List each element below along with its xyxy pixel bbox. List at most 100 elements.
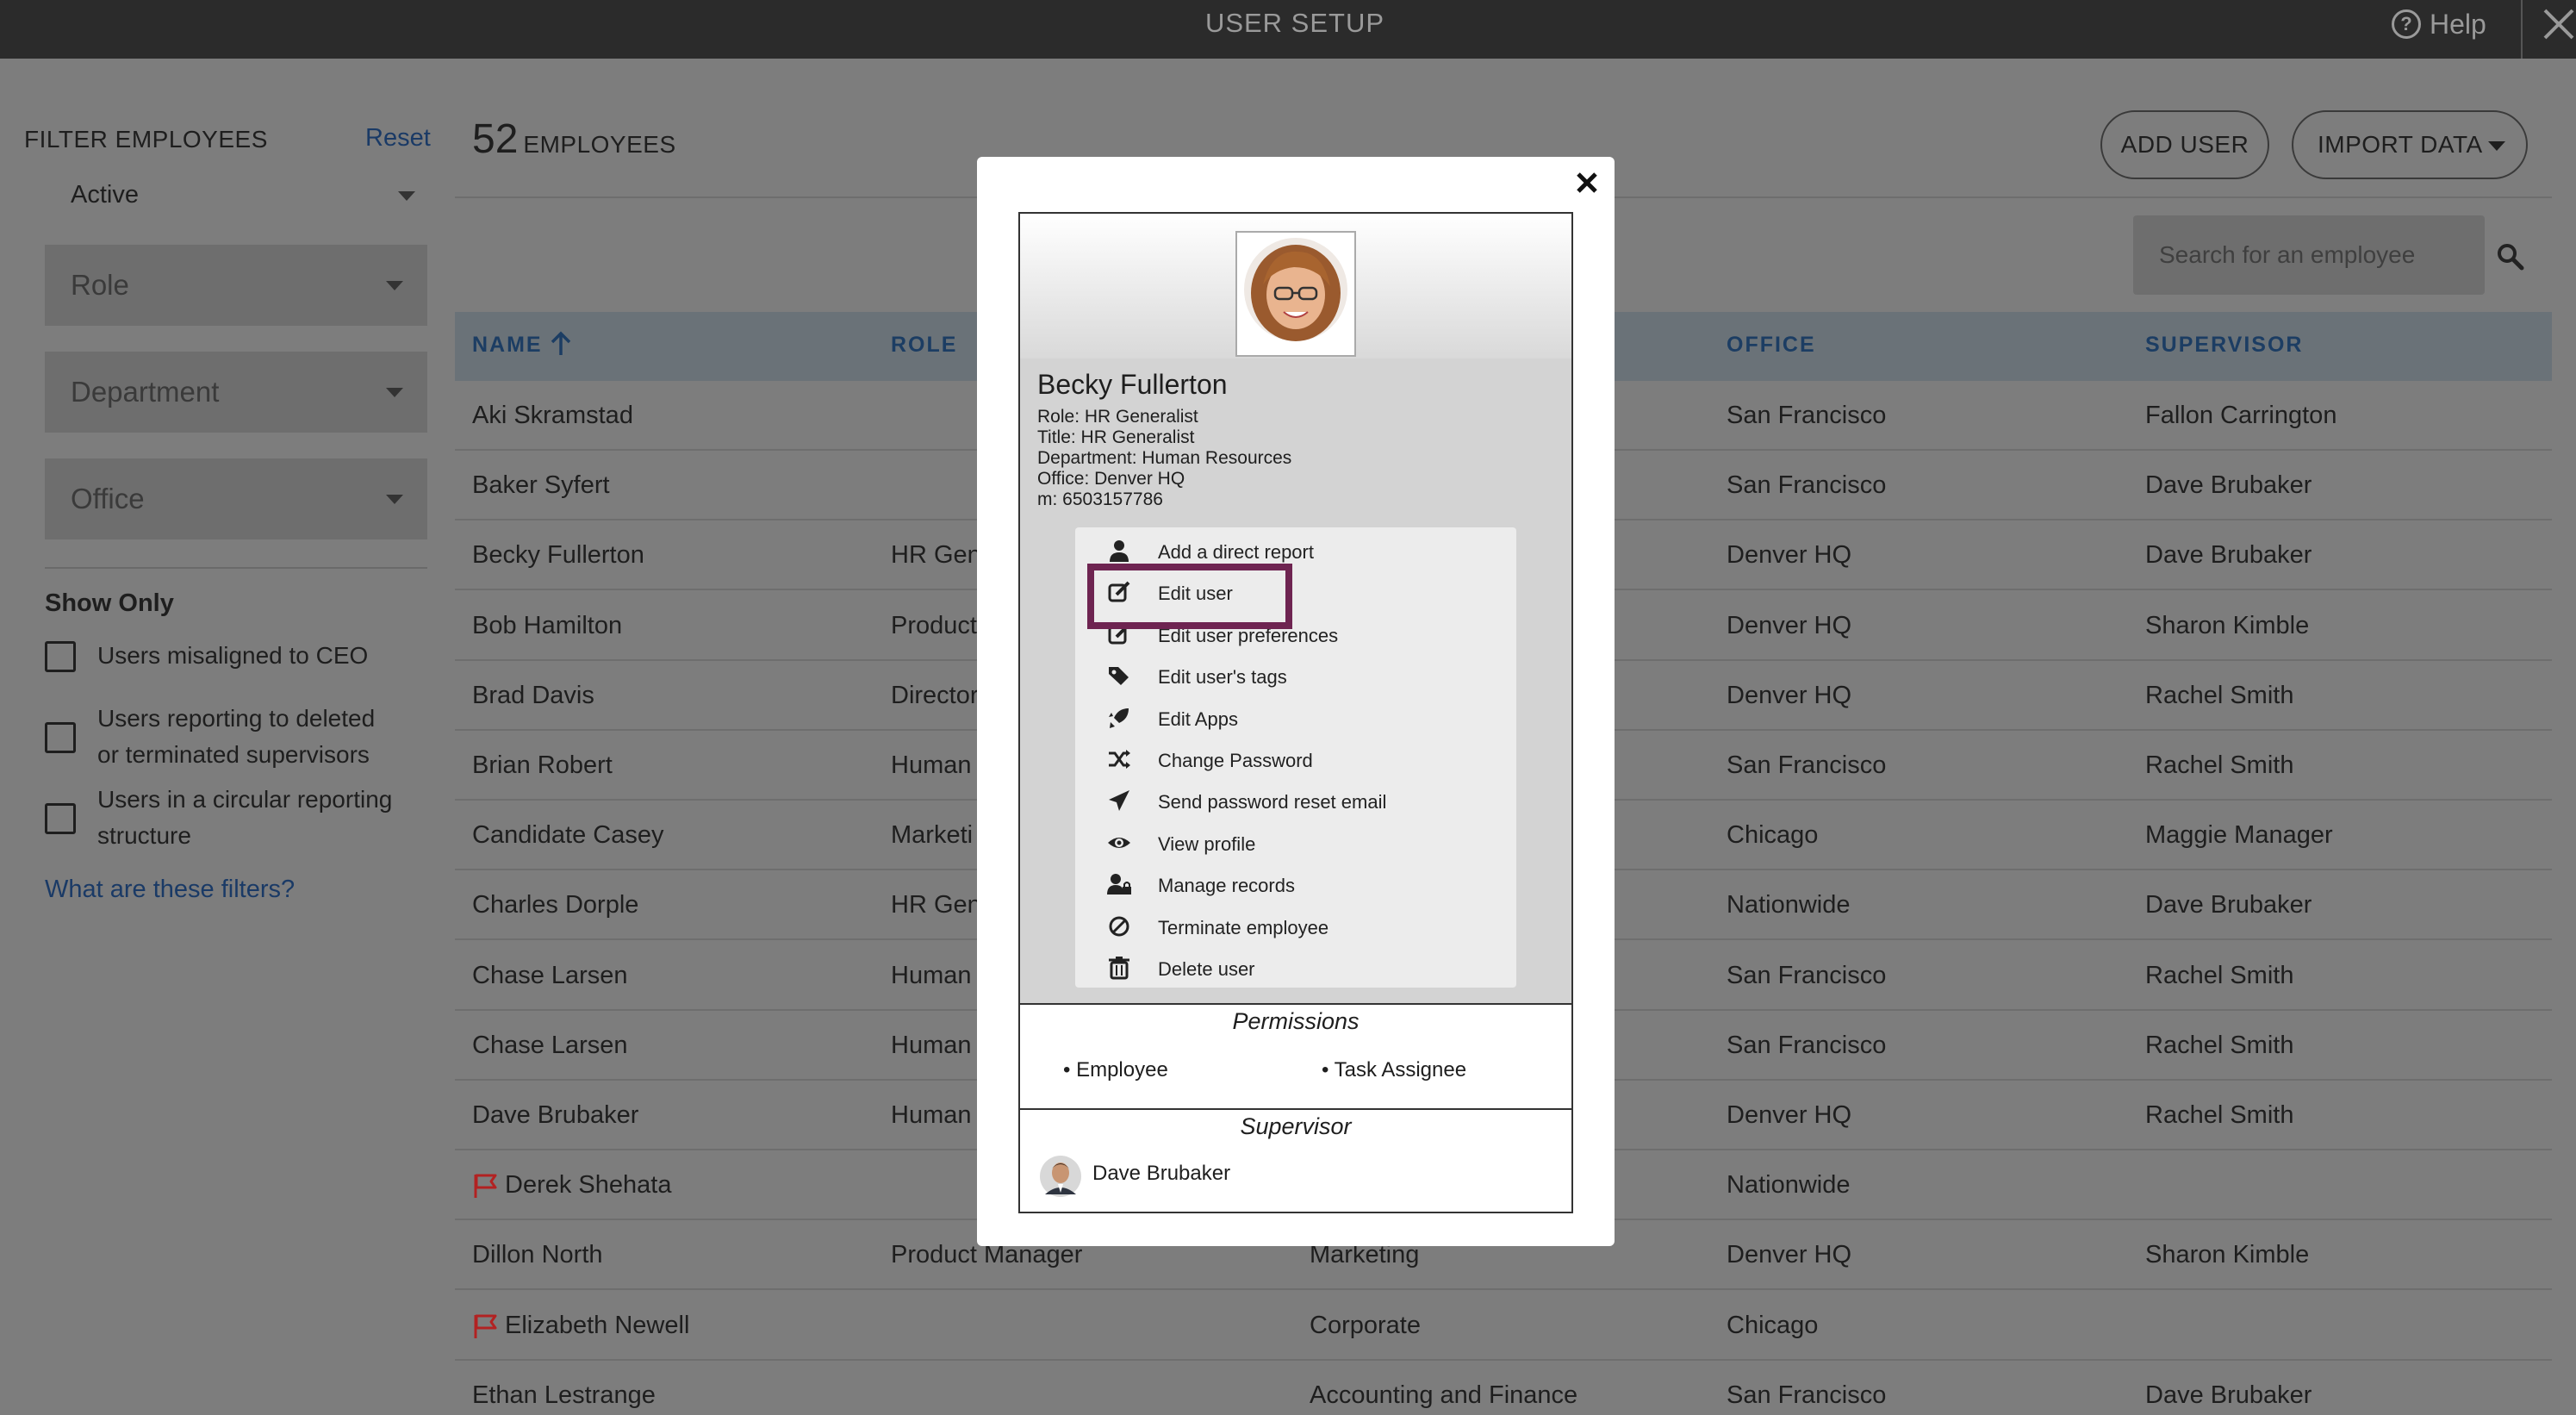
chevron-down-icon <box>2488 141 2505 151</box>
user-mobile: m: 6503157786 <box>1037 489 1163 509</box>
circular-reporting-checkbox[interactable] <box>45 803 76 834</box>
divider <box>1020 1108 1571 1110</box>
permission-item: • Task Assignee <box>1322 1058 1467 1082</box>
flag-icon <box>474 1314 497 1338</box>
close-icon[interactable] <box>1573 169 1601 196</box>
help-icon: ? <box>2392 9 2421 39</box>
search-input[interactable]: Search for an employee <box>2133 215 2485 295</box>
misaligned-checkbox[interactable] <box>45 641 76 672</box>
cell-name: Becky Fullerton <box>472 541 644 569</box>
cell-office: San Francisco <box>1727 471 1887 499</box>
table-row[interactable]: Elizabeth Newell Corporate Chicago <box>455 1291 2552 1361</box>
cell-department: Accounting and Finance <box>1310 1381 1578 1409</box>
menu-item-manage-records[interactable]: Manage records <box>1158 875 1295 897</box>
cell-name: Elizabeth Newell <box>505 1312 690 1339</box>
supervisor-name[interactable]: Dave Brubaker <box>1092 1162 1230 1186</box>
cell-name: Derek Shehata <box>505 1171 672 1199</box>
divider <box>2521 0 2523 59</box>
cell-office: Denver HQ <box>1727 612 1852 639</box>
menu-item-delete-user[interactable]: Delete user <box>1158 958 1255 981</box>
import-data-button[interactable]: IMPORT DATA <box>2292 110 2528 179</box>
menu-item-edit-apps[interactable]: Edit Apps <box>1158 708 1238 731</box>
user-name: Becky Fullerton <box>1037 369 1228 400</box>
role-select[interactable]: Role <box>45 245 427 326</box>
close-icon[interactable] <box>2542 5 2576 43</box>
permissions-title: Permissions <box>1232 1008 1360 1034</box>
cell-role: Marketi <box>891 821 974 849</box>
divider <box>45 567 427 569</box>
column-name-label: NAME <box>472 333 543 357</box>
cell-office: San Francisco <box>1727 1381 1887 1409</box>
cell-office: Denver HQ <box>1727 682 1852 709</box>
column-name[interactable]: NAME <box>472 331 571 358</box>
user-department: Department: Human Resources <box>1037 448 1292 468</box>
help-link[interactable]: ? Help <box>2392 0 2486 48</box>
chevron-down-icon <box>386 495 403 504</box>
search-icon[interactable] <box>2495 241 2524 271</box>
cell-role: Human <box>891 1032 972 1059</box>
supervisor-avatar[interactable] <box>1039 1155 1082 1198</box>
add-user-button[interactable]: ADD USER <box>2100 110 2269 179</box>
cell-name: Brad Davis <box>472 682 594 709</box>
app-title: USER SETUP <box>1204 8 1385 38</box>
cell-office: San Francisco <box>1727 751 1887 779</box>
column-role[interactable]: ROLE <box>891 333 957 358</box>
circular-reporting-label-line1: Users in a circular reporting <box>97 786 393 813</box>
menu-item-terminate-employee[interactable]: Terminate employee <box>1158 917 1328 939</box>
chevron-down-icon <box>386 281 403 290</box>
ban-icon <box>1109 916 1129 937</box>
cell-supervisor: Rachel Smith <box>2145 1032 2294 1059</box>
cell-name: Charles Dorple <box>472 891 639 919</box>
shuffle-icon <box>1109 750 1130 769</box>
column-supervisor[interactable]: SUPERVISOR <box>2145 333 2303 358</box>
cell-supervisor: Rachel Smith <box>2145 751 2294 779</box>
cell-office: Nationwide <box>1727 891 1851 919</box>
office-select[interactable]: Office <box>45 458 427 539</box>
show-only-title: Show Only <box>45 589 174 617</box>
cell-office: Chicago <box>1727 1312 1819 1339</box>
cell-office: Chicago <box>1727 821 1819 849</box>
status-select[interactable]: Active <box>45 171 427 219</box>
tags-icon <box>1109 667 1129 685</box>
count-label: EMPLOYEES <box>523 131 676 158</box>
menu-item-edit-user-s-tags[interactable]: Edit user's tags <box>1158 666 1287 689</box>
supervisor-title: Supervisor <box>1240 1113 1352 1139</box>
status-value: Active <box>71 181 139 209</box>
permission-item: • Employee <box>1063 1058 1168 1082</box>
help-label: Help <box>2430 9 2486 40</box>
cell-supervisor: Rachel Smith <box>2145 962 2294 989</box>
cell-office: Denver HQ <box>1727 1241 1852 1269</box>
sort-ascending-icon <box>551 331 571 355</box>
employee-count: 52 EMPLOYEES <box>472 115 676 163</box>
filters-help-link[interactable]: What are these filters? <box>45 876 295 904</box>
cell-supervisor: Sharon Kimble <box>2145 612 2310 639</box>
cell-supervisor: Dave Brubaker <box>2145 891 2312 919</box>
cell-supervisor: Dave Brubaker <box>2145 1381 2312 1409</box>
table-row[interactable]: Ethan Lestrange Accounting and Finance San… <box>455 1361 2552 1415</box>
user-office: Office: Denver HQ <box>1037 469 1185 489</box>
import-data-label: IMPORT DATA <box>2318 131 2483 158</box>
menu-item-change-password[interactable]: Change Password <box>1158 750 1313 772</box>
cell-office: San Francisco <box>1727 1032 1887 1059</box>
column-office[interactable]: OFFICE <box>1727 333 1816 358</box>
cell-supervisor: Dave Brubaker <box>2145 471 2312 499</box>
user-title: Title: HR Generalist <box>1037 427 1195 447</box>
user-lock-icon <box>1107 874 1131 895</box>
cell-supervisor: Dave Brubaker <box>2145 541 2312 569</box>
menu-item-add-a-direct-report[interactable]: Add a direct report <box>1158 541 1314 564</box>
edit-user-highlight <box>1087 564 1292 629</box>
cell-office: Denver HQ <box>1727 541 1852 569</box>
cell-name: Aki Skramstad <box>472 402 633 429</box>
cell-supervisor: Fallon Carrington <box>2145 402 2337 429</box>
eye-icon <box>1108 838 1130 848</box>
reset-link[interactable]: Reset <box>365 124 431 153</box>
department-select[interactable]: Department <box>45 352 427 433</box>
cell-office: San Francisco <box>1727 402 1887 429</box>
cell-name: Ethan Lestrange <box>472 1381 656 1409</box>
cell-name: Brian Robert <box>472 751 613 779</box>
circular-reporting-label-line2: structure <box>97 822 191 849</box>
menu-item-send-password-reset-email[interactable]: Send password reset email <box>1158 791 1386 813</box>
filter-title: FILTER EMPLOYEES <box>24 126 268 153</box>
menu-item-view-profile[interactable]: View profile <box>1158 833 1255 856</box>
deleted-supervisors-checkbox[interactable] <box>45 722 76 753</box>
